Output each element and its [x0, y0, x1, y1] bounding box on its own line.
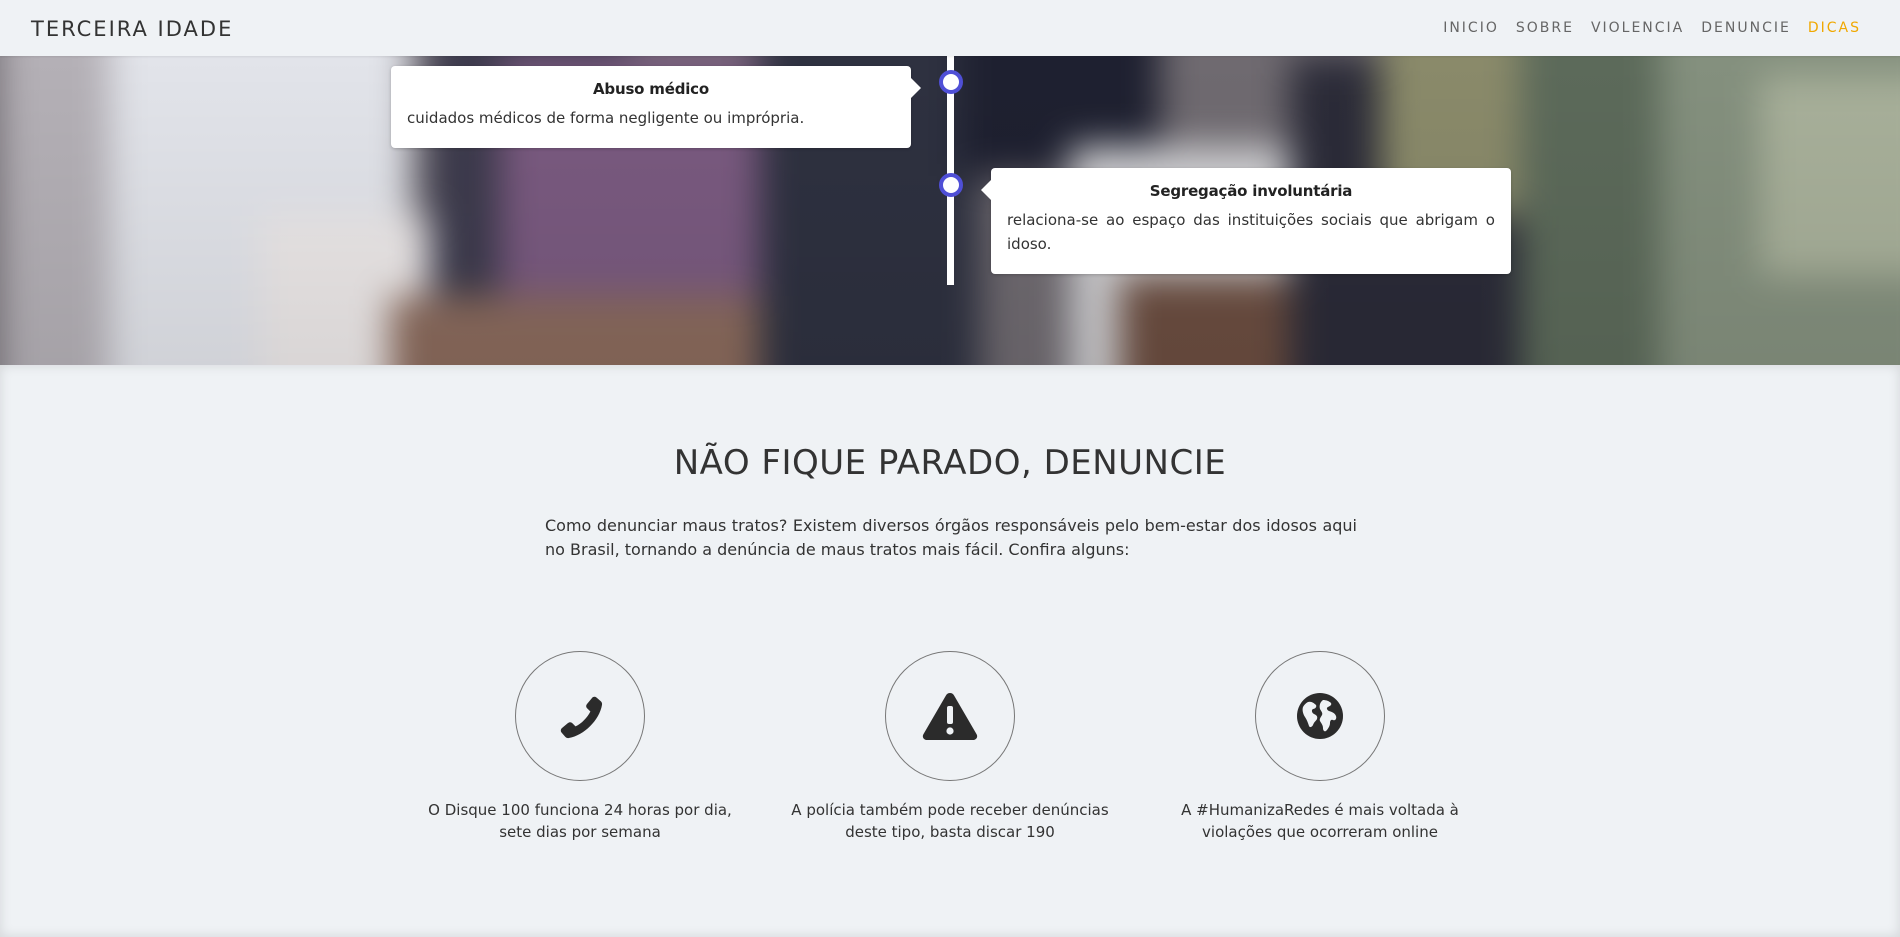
- timeline-card-title: Segregação involuntária: [1149, 182, 1353, 200]
- feature-text: A #HumanizaRedes é mais voltada à violaç…: [1181, 801, 1459, 841]
- section-title: NÃO FIQUE PARADO, DENUNCIE: [673, 443, 1227, 483]
- timeline-card-title: Abuso médico: [593, 80, 709, 98]
- timeline-card-segregacao: Segregação involuntária relaciona-se ao …: [981, 168, 1511, 274]
- phone-icon: [560, 696, 603, 739]
- nav-link-inicio[interactable]: INICIO: [1443, 20, 1499, 36]
- nav-link-violencia[interactable]: VIOLENCIA: [1591, 20, 1684, 36]
- feature-circle: [515, 651, 645, 781]
- feature-humaniza-redes: A #HumanizaRedes é mais voltada à violaç…: [1160, 651, 1480, 843]
- nav-link-denuncie[interactable]: DENUNCIE: [1701, 20, 1791, 36]
- nav-link-sobre[interactable]: SOBRE: [1516, 20, 1574, 36]
- denuncie-section: NÃO FIQUE PARADO, DENUNCIE Como denuncia…: [0, 365, 1900, 937]
- feature-circle: [885, 651, 1015, 781]
- hero-background-image: Abuso médico cuidados médicos de forma n…: [0, 56, 1900, 365]
- globe-icon: [1297, 693, 1343, 739]
- feature-policia-190: A polícia também pode receber denúncias …: [790, 651, 1110, 843]
- brand-logo[interactable]: TERCEIRA IDADE: [31, 17, 233, 41]
- warning-icon: [922, 693, 978, 740]
- timeline-dot: [939, 173, 963, 197]
- timeline-card-text: cuidados médicos de forma negligente ou …: [407, 109, 805, 127]
- navbar: TERCEIRA IDADE INICIO SOBRE VIOLENCIA DE…: [0, 0, 1900, 56]
- feature-disque-100: O Disque 100 funciona 24 horas por dia, …: [420, 651, 740, 843]
- feature-text: O Disque 100 funciona 24 horas por dia, …: [428, 801, 732, 841]
- main-nav: INICIO SOBRE VIOLENCIA DENUNCIE DICAS: [1426, 20, 1861, 36]
- section-intro: Como denunciar maus tratos? Existem dive…: [545, 516, 1357, 559]
- feature-circle: [1255, 651, 1385, 781]
- timeline-card-text: relaciona-se ao espaço das instituições …: [1007, 211, 1495, 253]
- feature-text: A polícia também pode receber denúncias …: [791, 801, 1109, 841]
- timeline-card-abuso-medico: Abuso médico cuidados médicos de forma n…: [391, 66, 921, 148]
- nav-link-dicas[interactable]: DICAS: [1808, 20, 1861, 36]
- timeline-dot: [939, 70, 963, 94]
